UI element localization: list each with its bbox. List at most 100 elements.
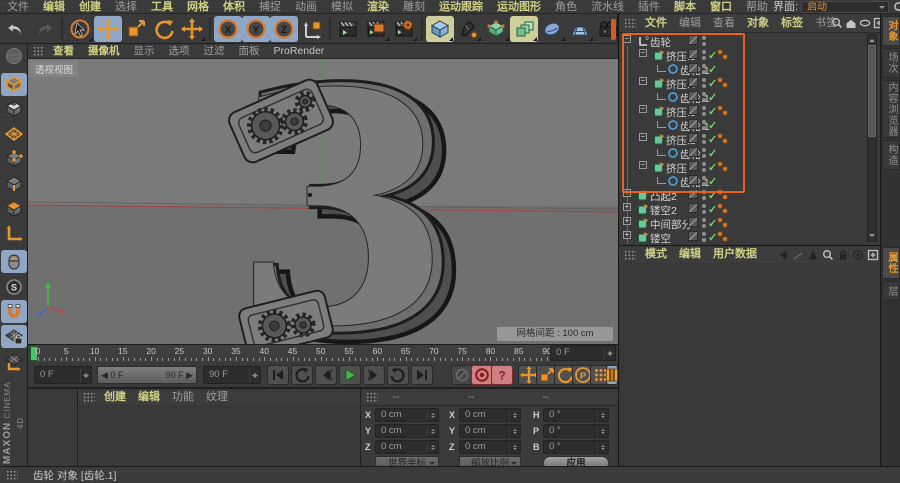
spline-pen-button[interactable]	[454, 16, 482, 42]
goto-end-button[interactable]	[411, 365, 433, 385]
om-scrollbar[interactable]	[867, 34, 877, 242]
editor-visibility-dot[interactable]	[702, 204, 706, 208]
menubar-item-animate[interactable]: 动画	[288, 0, 324, 14]
texture-mode-button[interactable]	[1, 98, 27, 121]
layer-swatch[interactable]	[688, 217, 698, 227]
enabled-checkmark[interactable]: ✓	[708, 119, 717, 132]
expand-toggle[interactable]: +	[623, 189, 631, 197]
current-frame-input[interactable]: 0 F	[34, 366, 92, 384]
slash-icon[interactable]	[792, 249, 804, 261]
editor-visibility-dot[interactable]	[702, 120, 706, 124]
object-row-挤压.5[interactable]: − 挤压.5 ✓	[619, 48, 881, 63]
menubar-item-pipeline[interactable]: 流水线	[584, 0, 631, 14]
layer-swatch[interactable]	[688, 203, 698, 213]
tag-ball-icon[interactable]	[722, 208, 728, 214]
tag-ball-icon[interactable]	[722, 166, 728, 172]
frame-range-scrubber[interactable]: ◀ 0 F 90 F ▶	[97, 366, 197, 384]
enable-axis-button[interactable]	[1, 222, 27, 245]
editor-visibility-dot[interactable]	[702, 176, 706, 180]
lock-z-button[interactable]: Z	[270, 15, 298, 42]
viewport-menu-filter[interactable]: 过滤	[197, 44, 232, 58]
expand-toggle[interactable]: −	[623, 35, 631, 43]
layer-swatch[interactable]	[688, 119, 698, 129]
keyframe-record-button[interactable]	[471, 365, 493, 385]
render-visibility-dot[interactable]	[702, 168, 706, 172]
tag-ball-icon[interactable]	[722, 138, 728, 144]
menubar-item-file[interactable]: 文件	[0, 0, 36, 14]
object-row-挤压.4[interactable]: − 挤压.4 ✓	[619, 76, 881, 91]
object-row-镂空[interactable]: + 镂空 ✓	[619, 230, 881, 245]
enabled-checkmark[interactable]: ✓	[708, 133, 717, 146]
viewport-menu-display[interactable]: 显示	[127, 44, 162, 58]
render-settings-button[interactable]	[390, 16, 418, 42]
editor-visibility-dot[interactable]	[702, 232, 706, 236]
spinner-arrows-icon[interactable]	[509, 410, 519, 420]
editor-visibility-dot[interactable]	[702, 78, 706, 82]
sculpt-disabled-button[interactable]	[1, 45, 27, 68]
expand-toggle[interactable]: −	[639, 105, 647, 113]
tag-ball-icon[interactable]	[722, 222, 728, 228]
menubar-item-script[interactable]: 脚本	[667, 0, 703, 14]
editor-visibility-dot[interactable]	[702, 218, 706, 222]
live-selection-button[interactable]	[66, 16, 94, 42]
am-menu-mode[interactable]: 模式	[639, 246, 673, 263]
autokey-toggle-button[interactable]: ?	[491, 365, 513, 385]
model-mode-button[interactable]	[0, 72, 27, 96]
generators-button[interactable]	[482, 16, 510, 42]
viewport-canvas[interactable]: 3 3 3	[28, 58, 618, 345]
enabled-checkmark[interactable]: ✓	[708, 189, 717, 202]
keyframe-selection-button[interactable]	[606, 365, 618, 385]
tab-attributes[interactable]: 属性	[882, 247, 900, 279]
tag-ball-icon[interactable]	[722, 236, 728, 242]
viewport-menu-cameras[interactable]: 摄像机	[81, 44, 127, 58]
layer-swatch[interactable]	[688, 77, 698, 87]
spinner-arrows-icon[interactable]	[597, 442, 607, 452]
menubar-item-mesh[interactable]: 网格	[180, 0, 216, 14]
viewport-menu-view[interactable]: 查看	[46, 44, 81, 58]
editor-visibility-dot[interactable]	[702, 134, 706, 138]
editor-visibility-dot[interactable]	[702, 148, 706, 152]
coord-input-1-Z[interactable]: 0 cm	[459, 440, 521, 454]
menubar-item-window[interactable]: 窗口	[703, 0, 739, 14]
menubar-item-snap[interactable]: 捕捉	[252, 0, 288, 14]
object-row-挤压.3[interactable]: − 挤压.3 ✓	[619, 104, 881, 119]
editor-visibility-dot[interactable]	[702, 36, 706, 40]
scale-tool-button[interactable]	[122, 16, 150, 42]
menubar-item-character[interactable]: 角色	[548, 0, 584, 14]
record-disabled-button[interactable]	[451, 365, 473, 385]
render-visibility-dot[interactable]	[702, 84, 706, 88]
editor-visibility-dot[interactable]	[702, 162, 706, 166]
material-menu-edit[interactable]: 编辑	[132, 389, 166, 405]
last-tool-button[interactable]	[178, 16, 206, 42]
enabled-checkmark[interactable]: ✓	[708, 91, 717, 104]
target-icon[interactable]	[852, 249, 864, 261]
object-row-齿轮.1[interactable]: 齿轮.1✓	[619, 118, 881, 133]
tab-objects[interactable]: 对象	[882, 16, 900, 46]
primitive-cube-button[interactable]	[426, 15, 454, 42]
enabled-checkmark[interactable]: ✓	[708, 203, 717, 216]
render-visibility-dot[interactable]	[702, 70, 706, 74]
tag-ball-icon[interactable]	[722, 110, 728, 116]
layer-swatch[interactable]	[688, 63, 698, 73]
render-visibility-dot[interactable]	[702, 196, 706, 200]
workplane-lock-button[interactable]	[0, 325, 27, 349]
viewport-solo-button[interactable]	[0, 250, 27, 274]
menubar-item-mograph[interactable]: 运动图形	[490, 0, 548, 14]
tab-takes[interactable]: 场次	[882, 48, 900, 78]
spinner-arrows-icon[interactable]	[597, 410, 607, 420]
render-visibility-dot[interactable]	[702, 154, 706, 158]
object-row-齿轮.1[interactable]: 齿轮.1✓	[619, 174, 881, 189]
menubar-item-volume[interactable]: 体积	[216, 0, 252, 14]
spinner-arrows-icon[interactable]	[249, 368, 259, 382]
environment-button[interactable]	[566, 16, 594, 42]
move-tool-button[interactable]	[94, 15, 122, 42]
render-visibility-dot[interactable]	[702, 56, 706, 60]
spinner-arrows-icon[interactable]	[509, 426, 519, 436]
enabled-checkmark[interactable]: ✓	[708, 175, 717, 188]
material-menu-create[interactable]: 创建	[98, 389, 132, 405]
panel-grip[interactable]	[624, 249, 636, 260]
previous-frame-button[interactable]	[315, 365, 337, 385]
timeline-current-frame-field[interactable]: 0 F	[550, 345, 616, 361]
search-icon[interactable]	[822, 249, 834, 261]
viewport-menu-options[interactable]: 选项	[162, 44, 197, 58]
